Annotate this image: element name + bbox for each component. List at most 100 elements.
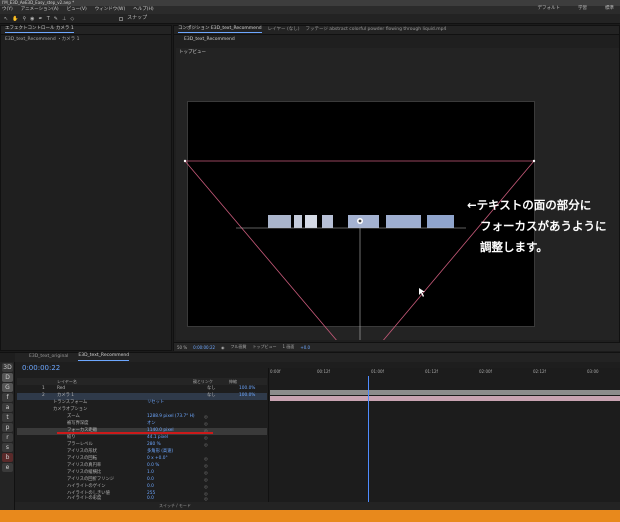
menu-item-3[interactable]: ウィンドウ(W) [95, 7, 125, 12]
layer-bar-camera[interactable] [270, 396, 620, 401]
composition-viewer[interactable]: トップビュー [176, 48, 619, 340]
property-value[interactable]: 0.0 [147, 497, 154, 502]
layer-parent[interactable]: なし [207, 394, 216, 399]
property-row[interactable]: アイリスの真円率 0.0 % ◎ [17, 463, 267, 470]
3d-icon[interactable]: 3D [2, 363, 13, 372]
exposure-value[interactable]: +0.0 [300, 345, 310, 350]
snap-label: スナップ [127, 15, 148, 21]
workspace-default[interactable]: デフォルト [538, 6, 561, 12]
layer-parent[interactable]: なし [207, 387, 216, 392]
layer-bar-red[interactable] [270, 390, 620, 395]
stopwatch-icon[interactable]: ◎ [204, 471, 208, 476]
d-icon[interactable]: D [2, 373, 13, 382]
t-icon[interactable]: t [2, 413, 13, 422]
e-icon[interactable]: e [2, 463, 13, 472]
property-value[interactable]: 多角形 (高速) [147, 450, 173, 455]
layer-row[interactable]: 1 Red なし 100.0% [17, 386, 267, 393]
menu-item-2[interactable]: ビュー(V) [67, 7, 87, 12]
menu-item-4[interactable]: ヘルプ(H) [133, 7, 153, 12]
tab-layer[interactable]: レイヤー (なし) [268, 27, 300, 33]
stopwatch-icon[interactable]: ◎ [204, 422, 208, 427]
f-icon[interactable]: f [2, 393, 13, 402]
layer-stretch[interactable]: 100.0% [239, 387, 255, 392]
quality-dropdown[interactable]: フル画質 [231, 344, 247, 350]
layer-stretch[interactable]: 100.0% [239, 394, 255, 399]
layer-row[interactable]: 2 カメラ 1 なし 100.0% [17, 393, 267, 400]
stopwatch-icon[interactable]: ◎ [204, 457, 208, 462]
selection-tool-icon[interactable]: ↖ [4, 16, 8, 22]
property-name: トランスフォーム [53, 400, 88, 406]
snap-checkbox[interactable] [119, 16, 124, 21]
property-value[interactable]: 280 % [147, 443, 161, 448]
property-row[interactable]: 絞り 44.1 pixel ◎ [17, 435, 267, 442]
effect-controls-tab[interactable]: エフェクトコントロール カメラ 1 [5, 26, 74, 34]
stamp-tool-icon[interactable]: ⊥ [62, 16, 66, 22]
playhead[interactable] [368, 376, 369, 511]
ruler-tick: 01:00f [371, 369, 384, 374]
property-row[interactable]: アイリスの回折フリンジ 0.0 ◎ [17, 477, 267, 484]
stopwatch-icon[interactable]: ◎ [204, 443, 208, 448]
workspace-standard[interactable]: 標準 [605, 6, 614, 12]
g-icon[interactable]: G [2, 383, 13, 392]
viewer-timecode[interactable]: 0:00:00:22 [193, 345, 215, 350]
b-icon[interactable]: b [2, 453, 13, 462]
tab-timeline-recommend[interactable]: E3D_text_Recommend [78, 354, 129, 361]
snapshot-icon[interactable]: ◉ [221, 345, 225, 350]
comp-sub-tab[interactable]: E3D_text_Recommend [184, 37, 235, 43]
stopwatch-icon[interactable]: ◎ [204, 478, 208, 483]
ruler-tick: 02:12f [533, 369, 546, 374]
stopwatch-icon[interactable]: ◎ [204, 415, 208, 420]
timeline-timecode[interactable]: 0:00:00:22 [22, 365, 60, 372]
pen-tool-icon[interactable]: ✒ [38, 16, 42, 22]
property-row[interactable]: アイリスの回転 0 x +0.0° ◎ [17, 456, 267, 463]
view-dropdown[interactable]: トップビュー [253, 344, 277, 350]
layer-name: カメラ 1 [57, 393, 74, 399]
r-icon[interactable]: r [2, 433, 13, 442]
property-value[interactable]: 0.0 [147, 485, 154, 490]
text-tool-icon[interactable]: T [47, 16, 50, 22]
property-row[interactable]: ハイライトのゲイン 0.0 ◎ [17, 484, 267, 491]
property-value[interactable]: 0.0 % [147, 464, 159, 469]
property-row[interactable]: ズーム 1288.9 pixel (73.7° H) ◎ [17, 414, 267, 421]
property-value[interactable]: 44.1 pixel [147, 436, 168, 441]
timeline-track-area[interactable]: 0:00f 00:12f 01:00f 01:12f 02:00f 02:12f… [268, 368, 620, 511]
zoom-tool-icon[interactable]: ⚲ [22, 16, 26, 22]
frustum-corner-left [183, 159, 187, 163]
hand-tool-icon[interactable]: ✋ [12, 16, 18, 22]
menu-item-0[interactable]: ウ(Y) [2, 7, 13, 12]
tab-footage[interactable]: フッテージ abstract colorful powder flowing t… [305, 27, 446, 33]
p-icon[interactable]: p [2, 423, 13, 432]
property-value[interactable]: オン [147, 422, 156, 427]
zoom-dropdown[interactable]: 50 % [177, 345, 187, 350]
property-row[interactable]: トランスフォーム リセット [17, 400, 267, 407]
property-value[interactable]: リセット [147, 401, 164, 406]
brush-tool-icon[interactable]: ✎ [54, 16, 58, 22]
property-name: ズーム [67, 414, 80, 420]
property-row[interactable]: ブラーレベル 280 % ◎ [17, 442, 267, 449]
tab-timeline-original[interactable]: E3D_text_original [29, 355, 68, 360]
property-row[interactable]: 被写界深度 オン ◎ [17, 421, 267, 428]
stopwatch-icon[interactable]: ◎ [204, 485, 208, 490]
property-value[interactable]: 1.0 [147, 471, 154, 476]
views-layout-dropdown[interactable]: 1 画面 [283, 344, 295, 350]
property-row[interactable]: カメラオプション [17, 407, 267, 414]
menu-item-1[interactable]: アニメーション(A) [21, 7, 59, 12]
text-block-2 [294, 215, 302, 228]
stopwatch-icon[interactable]: ◎ [204, 464, 208, 469]
property-value[interactable]: 0.0 [147, 478, 154, 483]
camera-tool-icon[interactable]: ◉ [30, 16, 34, 22]
property-row[interactable]: アイリスの形状 多角形 (高速) [17, 449, 267, 456]
workspace-learn[interactable]: 学習 [578, 6, 587, 12]
property-value[interactable]: 0 x +0.0° [147, 457, 168, 462]
property-value[interactable]: 1288.9 pixel (73.7° H) [147, 415, 195, 420]
time-ruler[interactable]: 0:00f 00:12f 01:00f 01:12f 02:00f 02:12f… [269, 370, 620, 378]
switch-mode-toggle[interactable]: スイッチ / モード [159, 503, 191, 508]
property-row[interactable]: アイリスの縦横比 1.0 ◎ [17, 470, 267, 477]
s-icon[interactable]: s [2, 443, 13, 452]
a-icon[interactable]: a [2, 403, 13, 412]
property-name: アイリスの回転 [67, 456, 97, 462]
stopwatch-icon[interactable]: ◎ [204, 436, 208, 441]
layer-number: 2 [42, 393, 45, 399]
tab-composition[interactable]: コンポジション E3D_text_Recommend [178, 26, 262, 34]
eraser-tool-icon[interactable]: ◇ [70, 16, 74, 22]
